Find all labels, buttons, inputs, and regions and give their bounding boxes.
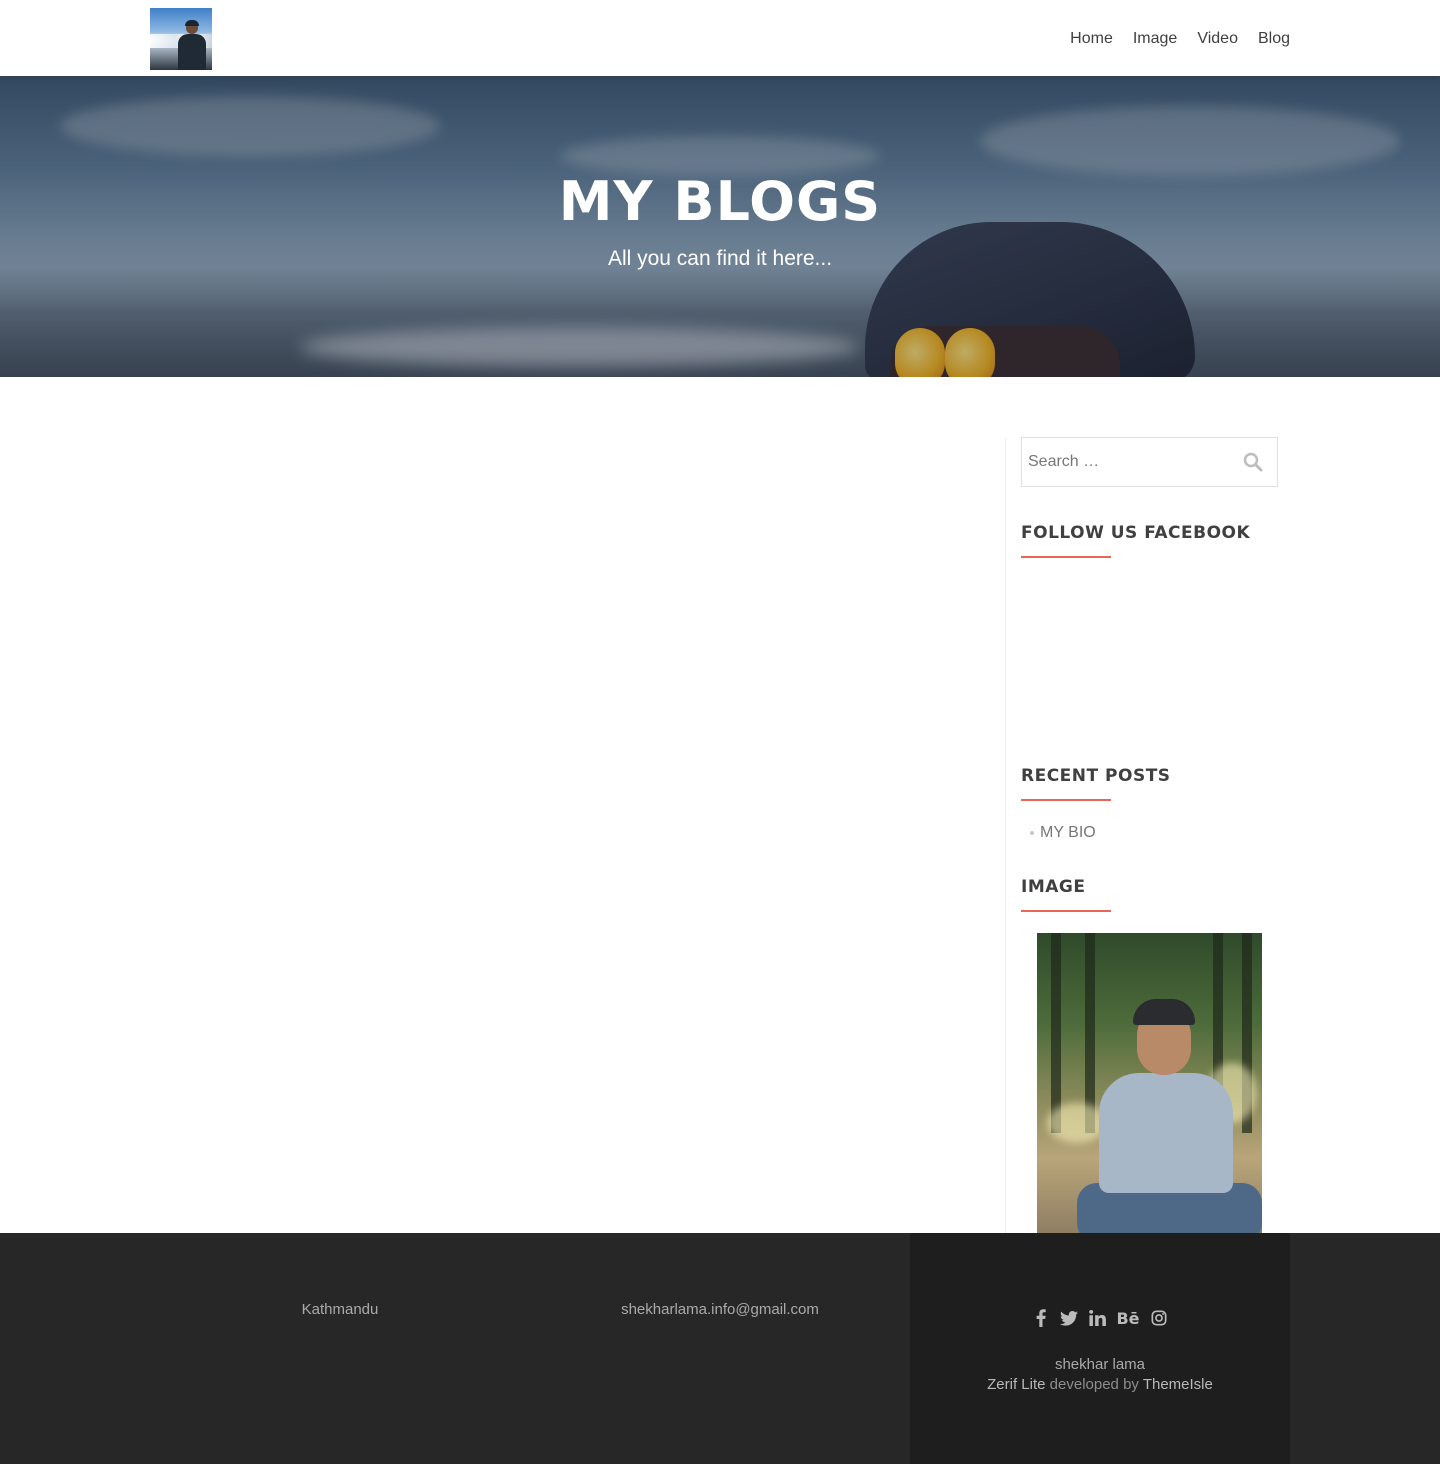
- site-footer: Kathmandu shekharlama.info@gmail.com Bē …: [0, 1233, 1440, 1464]
- search-form: [1021, 437, 1278, 487]
- behance-icon[interactable]: Bē: [1116, 1309, 1140, 1328]
- site-logo[interactable]: [150, 8, 212, 70]
- theme-link[interactable]: Zerif Lite: [987, 1376, 1045, 1393]
- widget-underline: [1021, 910, 1111, 912]
- widget-underline: [1021, 799, 1111, 801]
- list-item: MY BIO: [1030, 824, 1096, 842]
- instagram-icon[interactable]: [1150, 1309, 1168, 1327]
- nav-link-video[interactable]: Video: [1197, 30, 1238, 47]
- page-subtitle: All you can find it here...: [607, 247, 833, 270]
- nav-item-home: Home: [1070, 28, 1113, 48]
- logo-figure-cap: [185, 20, 199, 26]
- nav-item-blog: Blog: [1258, 28, 1290, 48]
- developer-link[interactable]: ThemeIsle: [1143, 1376, 1213, 1393]
- logo-figure: [178, 34, 206, 70]
- main-menu: Home Image Video Blog: [1070, 0, 1290, 76]
- search-input[interactable]: [1022, 438, 1232, 486]
- twitter-icon[interactable]: [1060, 1309, 1078, 1327]
- nav-link-image[interactable]: Image: [1133, 30, 1177, 47]
- developed-by-text: developed by: [1049, 1376, 1139, 1393]
- widget-title-image: IMAGE: [1021, 877, 1086, 897]
- footer-location: Kathmandu: [301, 1301, 379, 1318]
- top-navbar: Home Image Video Blog: [0, 0, 1440, 76]
- widget-title-facebook: FOLLOW US FACEBOOK: [1021, 523, 1251, 543]
- footer-site-name: shekhar lama: [1054, 1356, 1146, 1373]
- facebook-icon[interactable]: [1032, 1309, 1050, 1327]
- widget-title-recent-posts: RECENT POSTS: [1021, 766, 1171, 786]
- recent-post-link[interactable]: MY BIO: [1040, 824, 1096, 842]
- photo-tree: [1085, 933, 1095, 1133]
- linkedin-icon[interactable]: [1088, 1309, 1106, 1327]
- page-title: MY BLOGS: [558, 170, 882, 233]
- bullet-icon: [1030, 831, 1034, 835]
- nav-item-video: Video: [1197, 28, 1238, 48]
- social-links: Bē: [910, 1309, 1290, 1328]
- footer-credits-panel: [910, 1233, 1290, 1464]
- search-button[interactable]: [1241, 450, 1265, 474]
- search-icon: [1243, 452, 1263, 472]
- footer-email-link[interactable]: shekharlama.info@gmail.com: [570, 1301, 870, 1318]
- sidebar: FOLLOW US FACEBOOK RECENT POSTS MY BIO I…: [1005, 437, 1278, 1233]
- photo-tree: [1051, 933, 1061, 1133]
- nav-item-image: Image: [1133, 28, 1177, 48]
- nav-link-blog[interactable]: Blog: [1258, 30, 1290, 47]
- widget-underline: [1021, 556, 1111, 558]
- footer-credit: shekhar lama Zerif Lite developed by The…: [910, 1355, 1290, 1395]
- nav-link-home[interactable]: Home: [1070, 30, 1113, 47]
- photo-sunspot: [1047, 1103, 1107, 1143]
- photo-person-cap: [1133, 999, 1195, 1025]
- sidebar-photo[interactable]: [1037, 933, 1262, 1233]
- photo-person-shirt: [1099, 1073, 1233, 1193]
